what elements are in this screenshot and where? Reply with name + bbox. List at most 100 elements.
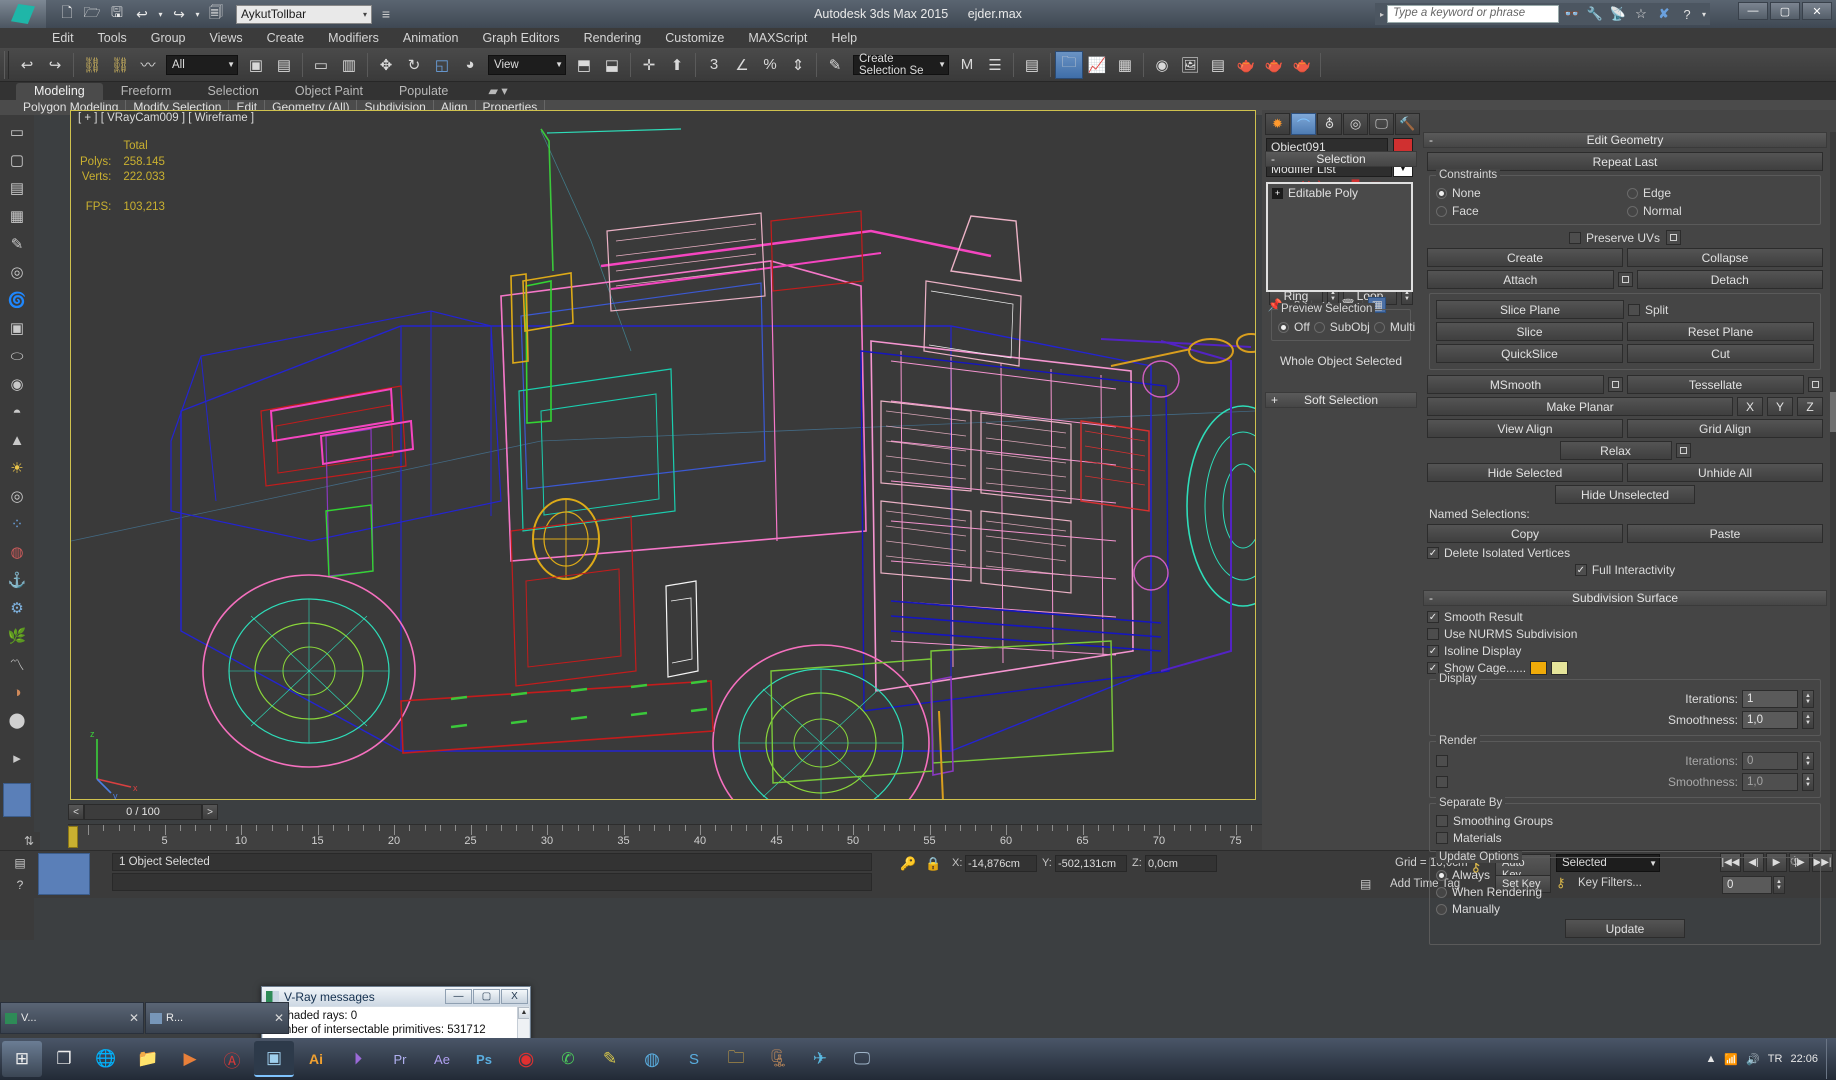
grid-align-button[interactable]: Grid Align (1627, 419, 1823, 438)
display-smoothness-field[interactable]: 1,0 (1742, 711, 1798, 729)
layer-manager-button[interactable]: ▤ (1018, 51, 1046, 79)
workspace-selector[interactable]: AykutTollbar ▾ (236, 4, 372, 24)
undo-dropdown-icon[interactable]: ▾ (156, 3, 165, 25)
update-button[interactable]: Update (1565, 919, 1685, 938)
viewport-layout-icon[interactable] (3, 783, 31, 817)
use-pivot-point-button[interactable]: ⬓ (598, 51, 626, 79)
materials-checkbox[interactable]: Materials (1436, 831, 1502, 845)
cut-button[interactable]: Cut (1627, 344, 1814, 363)
tab-object-paint[interactable]: Object Paint (277, 83, 381, 100)
msmooth-button[interactable]: MSmooth (1427, 375, 1604, 394)
undo-button[interactable]: ↩ (13, 51, 41, 79)
tab-selection[interactable]: Selection (189, 83, 276, 100)
menu-item-tools[interactable]: Tools (86, 29, 139, 47)
y-coord-field[interactable]: -502,131cm (1055, 855, 1127, 872)
render-iterations-spinner[interactable]: ▲ ▼ (1802, 752, 1814, 770)
folder2-icon[interactable]: 🗀 (716, 1041, 756, 1077)
detach-button[interactable]: Detach (1636, 270, 1823, 289)
close-icon[interactable]: ✕ (274, 1011, 284, 1025)
scrollbar-thumb[interactable] (1830, 392, 1836, 432)
selection-filter-dropdown[interactable]: All ▼ (166, 54, 238, 75)
hide-selected-button[interactable]: Hide Selected (1427, 463, 1623, 482)
redo-button[interactable]: ↪ (41, 51, 69, 79)
select-and-rotate-button[interactable]: ↻ (400, 51, 428, 79)
edit-geometry-rollout-header[interactable]: - Edit Geometry (1423, 132, 1827, 148)
open-track-bar-button[interactable]: ⇅ (18, 832, 40, 850)
start-icon[interactable]: ⊞ (2, 1041, 42, 1077)
opera-icon[interactable]: ◉ (506, 1041, 546, 1077)
create-tab[interactable]: ✹ (1265, 113, 1290, 135)
render-production-button[interactable]: 🫖 (1232, 51, 1260, 79)
application-menu-button[interactable] (0, 0, 46, 28)
render-smoothness-field[interactable]: 1,0 (1742, 773, 1798, 791)
anchor-icon[interactable]: ⚓ (4, 567, 30, 593)
menu-item-graph-editors[interactable]: Graph Editors (470, 29, 571, 47)
command-panel-scrollbar[interactable] (1830, 132, 1836, 850)
isoline-display-checkbox[interactable]: ✓ Isoline Display (1427, 644, 1521, 658)
tab-freeform[interactable]: Freeform (103, 83, 190, 100)
particles-icon[interactable]: ⁘ (4, 511, 30, 537)
menu-item-group[interactable]: Group (139, 29, 198, 47)
save-file-icon[interactable]: 🖫 (106, 3, 128, 25)
menu-item-views[interactable]: Views (197, 29, 254, 47)
menu-item-maxscript[interactable]: MAXScript (736, 29, 819, 47)
media-encoder-icon[interactable]: ⏵ (338, 1041, 378, 1077)
maximize-button[interactable]: ▢ (1770, 2, 1800, 20)
undo-icon[interactable]: ↩ (131, 3, 153, 25)
cone-icon[interactable]: ▲ (4, 427, 30, 453)
rectangular-region-button[interactable]: ▭ (307, 51, 335, 79)
collapse-button[interactable]: Collapse (1627, 248, 1823, 267)
expand-left-toolbar-icon[interactable]: ▸ (4, 745, 30, 771)
menu-item-animation[interactable]: Animation (391, 29, 471, 47)
activeshade-button[interactable]: 🫖 (1288, 51, 1316, 79)
menu-item-create[interactable]: Create (255, 29, 317, 47)
droplet-icon[interactable]: ◍ (4, 539, 30, 565)
make-planar-z-button[interactable]: Z (1797, 397, 1823, 416)
render-setup-button[interactable]: 🖼 (1176, 51, 1204, 79)
telegram-icon[interactable]: ✈ (800, 1041, 840, 1077)
help-dropdown-icon[interactable]: ▾ (1700, 4, 1708, 24)
display-iterations-spinner[interactable]: ▲ ▼ (1802, 690, 1814, 708)
sphere-gizmo-icon[interactable]: ◎ (4, 259, 30, 285)
menu-item-help[interactable]: Help (819, 29, 869, 47)
expand-plus-icon[interactable]: + (1272, 187, 1283, 199)
mirror-button[interactable]: М (953, 51, 981, 79)
taskbar-window-render[interactable]: R... ✕ (145, 1002, 289, 1034)
x-coord-field[interactable]: -14,876cm (965, 855, 1037, 872)
gear-icon[interactable]: ⚙ (4, 595, 30, 621)
relax-button[interactable]: Relax (1559, 441, 1672, 460)
viewport-label[interactable]: [ + ] [ VRayCam009 ] [ Wireframe ] (78, 112, 254, 124)
tray-network-icon[interactable]: 📶 (1724, 1053, 1738, 1066)
redo-icon[interactable]: ↪ (168, 3, 190, 25)
use-nurms-checkbox[interactable]: Use NURMS Subdivision (1427, 627, 1577, 641)
menu-item-rendering[interactable]: Rendering (572, 29, 654, 47)
cloth-icon[interactable]: ◑ (4, 679, 30, 705)
vlc-icon[interactable]: ▶ (170, 1041, 210, 1077)
update-when-rendering-radio[interactable]: When Rendering (1436, 885, 1542, 899)
time-tag-icon[interactable]: ▤ (1360, 877, 1378, 893)
3dsmax-icon[interactable]: ▣ (254, 1041, 294, 1077)
menu-item-customize[interactable]: Customize (653, 29, 736, 47)
motion-tab[interactable]: ◎ (1343, 113, 1368, 135)
preview-subobj-radio[interactable]: SubObj (1313, 320, 1370, 334)
msmooth-settings-button[interactable] (1608, 377, 1623, 392)
display-smoothness-spinner[interactable]: ▲ ▼ (1802, 711, 1814, 729)
box-icon[interactable]: ▢ (4, 147, 30, 173)
tray-clock[interactable]: 22:06 (1790, 1053, 1818, 1065)
vray-maximize-button[interactable]: ▢ (473, 989, 500, 1004)
help-icon[interactable]: ? (1677, 4, 1697, 24)
vray-dialog-titlebar[interactable]: V-Ray messages — ▢ X (262, 987, 530, 1006)
align-button[interactable]: ☰ (981, 51, 1009, 79)
angle-snap-button[interactable]: ∠ (728, 51, 756, 79)
preserve-uvs-checkbox[interactable]: Preserve UVs (1568, 231, 1660, 245)
render-iterations-checkbox[interactable] (1436, 755, 1448, 767)
menu-item-modifiers[interactable]: Modifiers (316, 29, 391, 47)
utilities-tab[interactable]: 🔨 (1395, 113, 1420, 135)
tab-modeling[interactable]: Modeling (16, 83, 103, 100)
constraint-edge-radio[interactable]: Edge (1627, 186, 1814, 200)
grass-icon[interactable]: 🌿 (4, 623, 30, 649)
search-input[interactable]: Type a keyword or phrase (1387, 5, 1559, 23)
time-slider[interactable]: < 0 / 100 > (68, 803, 1258, 821)
timeline-handle[interactable] (68, 826, 78, 848)
smoothing-groups-checkbox[interactable]: Smoothing Groups (1436, 814, 1553, 828)
